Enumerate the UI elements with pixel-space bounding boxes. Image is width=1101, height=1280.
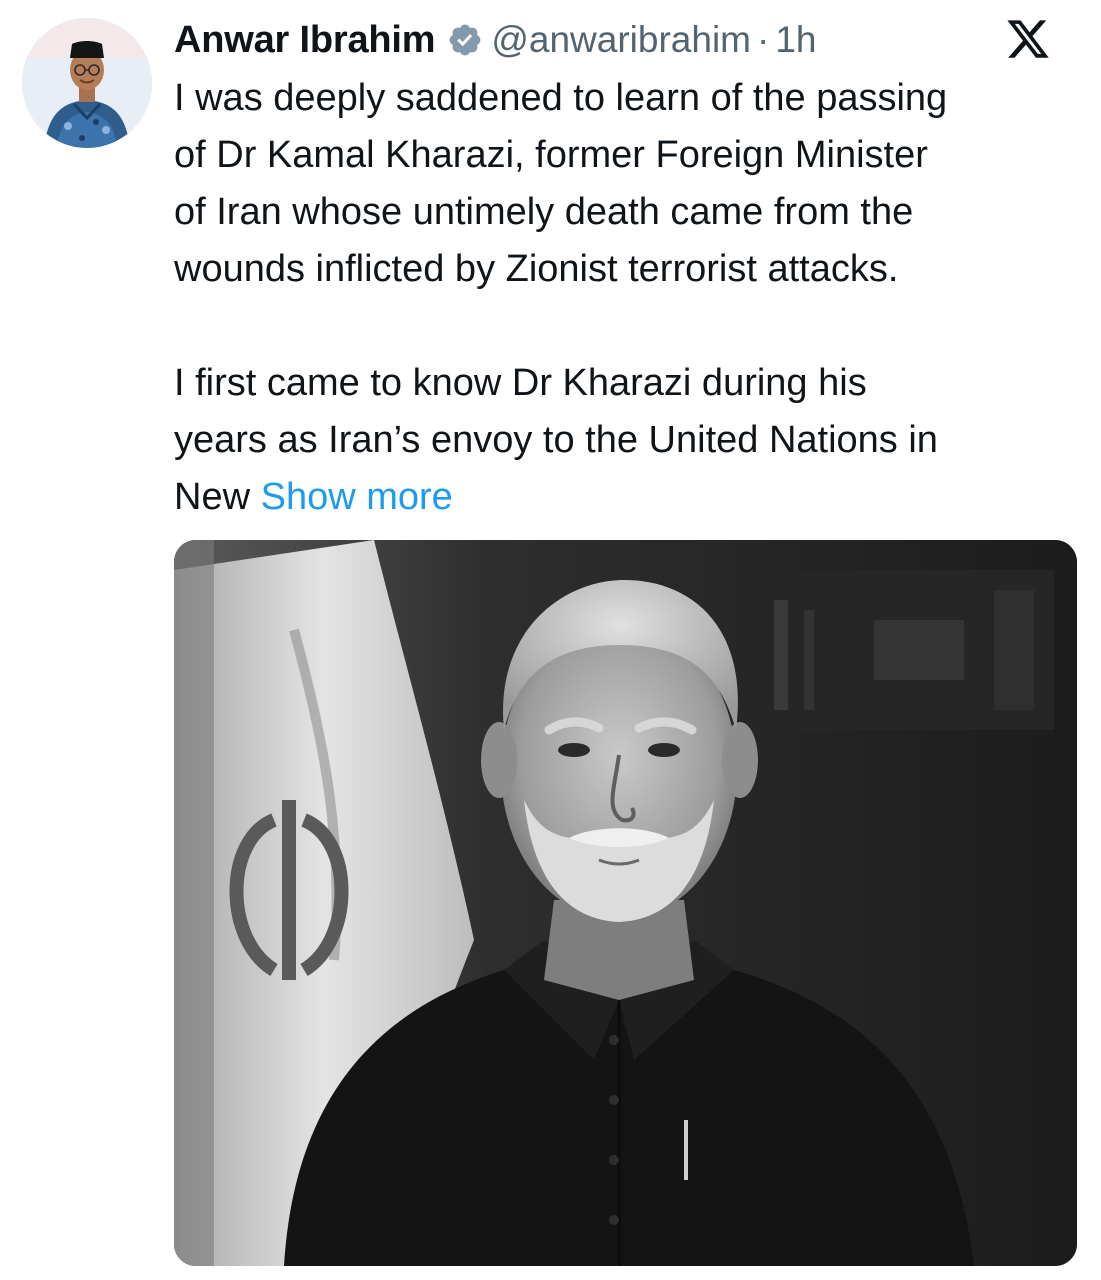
author-handle[interactable]: @anwaribrahim	[491, 19, 751, 61]
tweet-header: Anwar Ibrahim @anwaribrahim · 1h	[174, 14, 816, 66]
truncated-text: New	[174, 476, 251, 518]
tweet-text-line: wounds inflicted by Zionist terrorist at…	[174, 248, 899, 290]
tweet-text: I was deeply saddened to learn of the pa…	[174, 70, 1074, 526]
tweet-timestamp[interactable]: 1h	[775, 19, 816, 61]
tweet-photo[interactable]	[174, 540, 1077, 1266]
tweet-text-line: years as Iran’s envoy to the United Nati…	[174, 419, 938, 461]
verified-badge-icon	[447, 22, 483, 58]
tweet-text-last-line: New Show more	[174, 469, 1074, 526]
tweet-card: Anwar Ibrahim @anwaribrahim · 1h I was d…	[0, 0, 1101, 1280]
tweet-text-line: I first came to know Dr Kharazi during h…	[174, 362, 867, 404]
avatar[interactable]	[22, 18, 152, 148]
show-more-link[interactable]: Show more	[261, 476, 453, 518]
x-logo-icon[interactable]	[1005, 16, 1051, 62]
tweet-text-line: of Iran whose untimely death came from t…	[174, 191, 914, 233]
tweet-text-line: of Dr Kamal Kharazi, former Foreign Mini…	[174, 134, 928, 176]
author-display-name[interactable]: Anwar Ibrahim	[174, 19, 436, 62]
separator-dot: ·	[757, 19, 770, 60]
tweet-text-line: I was deeply saddened to learn of the pa…	[174, 77, 948, 119]
